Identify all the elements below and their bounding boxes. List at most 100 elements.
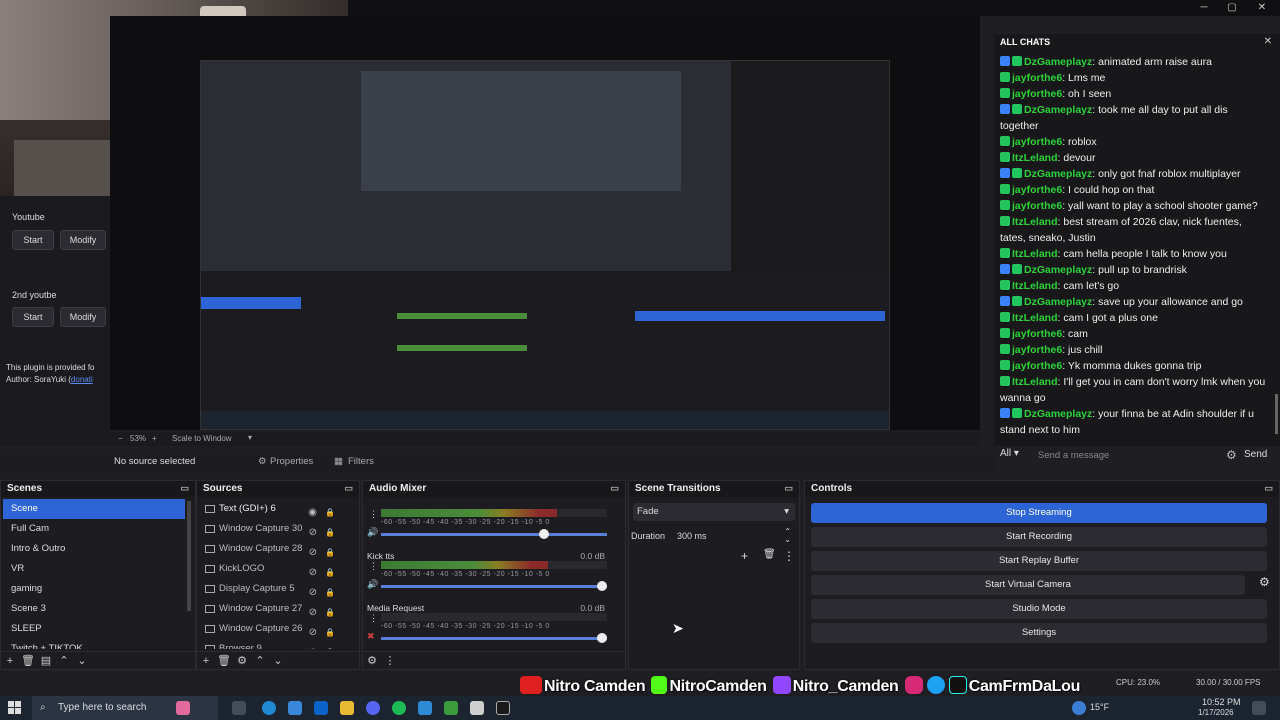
more-icon[interactable]: ⋮ — [369, 613, 378, 624]
speaker-icon[interactable]: 🔊 — [367, 579, 378, 590]
volume-knob[interactable] — [538, 529, 549, 539]
discord-icon[interactable] — [366, 701, 380, 715]
more-icon[interactable]: ⋮ — [783, 549, 795, 563]
source-item[interactable]: Display Capture 5 ⊘ 🔒 — [197, 579, 355, 599]
more-icon[interactable]: ⋮ — [369, 509, 378, 520]
chat-username[interactable]: DzGameplayz — [1024, 264, 1092, 276]
volume-slider[interactable] — [381, 529, 607, 539]
chat-username[interactable]: jayforthe6 — [1012, 344, 1062, 356]
youtube-start-button[interactable]: Start — [12, 230, 54, 250]
scene-item[interactable]: Intro & Outro — [3, 539, 185, 559]
add-icon[interactable]: + — [741, 549, 748, 563]
source-item[interactable]: Browser 9 ⊘ 🔒 — [197, 639, 355, 649]
youtube2-start-button[interactable]: Start — [12, 307, 54, 327]
chat-username[interactable]: ItzLeland — [1012, 248, 1058, 260]
filters-button[interactable]: ▦ Filters — [330, 454, 380, 470]
scene-item[interactable]: gaming — [3, 579, 185, 599]
source-item[interactable]: Window Capture 28 ⊘ 🔒 — [197, 539, 355, 559]
trash-icon[interactable]: 🗑 — [215, 652, 233, 670]
chat-filter-select[interactable]: All ▾ — [1000, 448, 1030, 464]
eye-off-icon[interactable]: ⊘ — [309, 643, 317, 649]
more-icon[interactable]: ⋮ — [369, 561, 378, 572]
donate-link[interactable]: donati — [71, 375, 93, 384]
scenes-scrollbar[interactable] — [187, 501, 191, 611]
add-icon[interactable]: + — [197, 652, 215, 670]
task-view-icon[interactable] — [232, 701, 246, 715]
undock-icon[interactable]: ▭ — [1264, 483, 1273, 494]
trash-icon[interactable]: 🗑 — [19, 652, 37, 670]
duration-input[interactable]: 300 ms ⌃ ⌄ — [673, 527, 795, 545]
scene-item[interactable]: Twitch + TIKTOK — [3, 639, 185, 649]
store-icon[interactable] — [288, 701, 302, 715]
close-icon[interactable]: ✕ — [1248, 0, 1276, 16]
properties-button[interactable]: ⚙ Properties — [252, 454, 322, 470]
start-virtual-camera-button[interactable]: Start Virtual Camera — [811, 575, 1245, 595]
chat-username[interactable]: ItzLeland — [1012, 280, 1058, 292]
chat-username[interactable]: DzGameplayz — [1024, 168, 1092, 180]
lock-icon[interactable]: 🔒 — [325, 643, 335, 649]
chat-message-input[interactable]: Send a message — [1038, 448, 1234, 464]
source-item[interactable]: Window Capture 27 ⊘ 🔒 — [197, 599, 355, 619]
volume-slider[interactable] — [381, 633, 608, 643]
chat-username[interactable]: ItzLeland — [1012, 312, 1058, 324]
chat-username[interactable]: DzGameplayz — [1024, 408, 1092, 420]
scene-item[interactable]: Scene — [3, 499, 185, 519]
chat-username[interactable]: ItzLeland — [1012, 376, 1058, 388]
undock-icon[interactable]: ▭ — [180, 483, 189, 494]
add-icon[interactable]: + — [1, 652, 19, 670]
scale-mode[interactable]: Scale to Window — [172, 434, 232, 443]
more-icon[interactable]: ⋮ — [381, 652, 399, 670]
source-item[interactable]: Text (GDI+) 6 ◉ 🔒 — [197, 499, 355, 519]
speaker-icon[interactable]: 🔊 — [367, 527, 378, 538]
source-item[interactable]: KickLOGO ⊘ 🔒 — [197, 559, 355, 579]
chevron-up-icon[interactable]: ⌃ — [251, 652, 269, 670]
chat-username[interactable]: DzGameplayz — [1024, 104, 1092, 116]
minecraft-icon[interactable] — [444, 701, 458, 715]
undock-icon[interactable]: ▭ — [344, 483, 353, 494]
chat-username[interactable]: jayforthe6 — [1012, 88, 1062, 100]
youtube2-modify-button[interactable]: Modify — [60, 307, 106, 327]
file-icon[interactable] — [470, 701, 484, 715]
youtube-modify-button[interactable]: Modify — [60, 230, 106, 250]
stop-streaming-button[interactable]: Stop Streaming — [811, 503, 1267, 523]
trash-icon[interactable]: 🗑 — [763, 549, 776, 560]
gear-icon[interactable]: ⚙ — [233, 652, 251, 670]
start-replay-buffer-button[interactable]: Start Replay Buffer — [811, 551, 1267, 571]
chevron-up-icon[interactable]: ⌃ — [55, 652, 73, 670]
spotify-icon[interactable] — [392, 701, 406, 715]
scene-item[interactable]: Full Cam — [3, 519, 185, 539]
folder-icon[interactable] — [340, 701, 354, 715]
clock-date[interactable]: 1/17/2026 — [1198, 708, 1234, 717]
chat-username[interactable]: ItzLeland — [1012, 152, 1058, 164]
gear-icon[interactable]: ⚙ — [363, 652, 381, 670]
scene-item[interactable]: VR — [3, 559, 185, 579]
maximize-icon[interactable]: ▢ — [1218, 0, 1246, 16]
start-recording-button[interactable]: Start Recording — [811, 527, 1267, 547]
source-item[interactable]: Window Capture 30 ⊘ 🔒 — [197, 519, 355, 539]
undock-icon[interactable]: ▭ — [610, 483, 619, 494]
chat-username[interactable]: DzGameplayz — [1024, 56, 1092, 68]
mail-icon[interactable] — [314, 701, 328, 715]
minimize-icon[interactable]: ─ — [1190, 0, 1218, 16]
filter-icon[interactable]: ▤ — [37, 652, 55, 670]
close-icon[interactable]: ✕ — [1264, 36, 1272, 47]
windows-start-icon[interactable] — [8, 701, 22, 715]
zoom-level[interactable]: 53% — [130, 434, 146, 443]
volume-knob[interactable] — [597, 633, 608, 643]
settings-button[interactable]: Settings — [811, 623, 1267, 643]
chat-username[interactable]: jayforthe6 — [1012, 136, 1062, 148]
edge-icon[interactable] — [262, 701, 276, 715]
chevron-down-icon[interactable]: ▾ — [248, 433, 252, 442]
chevron-down-icon[interactable]: ⌄ — [269, 652, 287, 670]
scene-item[interactable]: Scene 3 — [3, 599, 185, 619]
mute-icon[interactable]: ✖ — [367, 631, 375, 642]
clock-time[interactable]: 10:52 PM — [1202, 697, 1241, 707]
chat-username[interactable]: jayforthe6 — [1012, 328, 1062, 340]
scene-item[interactable]: SLEEP — [3, 619, 185, 639]
chat-username[interactable]: jayforthe6 — [1012, 72, 1062, 84]
taskbar-search[interactable]: ⌕ Type here to search — [32, 696, 218, 720]
chat-username[interactable]: jayforthe6 — [1012, 184, 1062, 196]
source-item[interactable]: Window Capture 26 ⊘ 🔒 — [197, 619, 355, 639]
gear-icon[interactable]: ⚙ — [1226, 448, 1237, 462]
undock-icon[interactable]: ▭ — [784, 483, 793, 494]
